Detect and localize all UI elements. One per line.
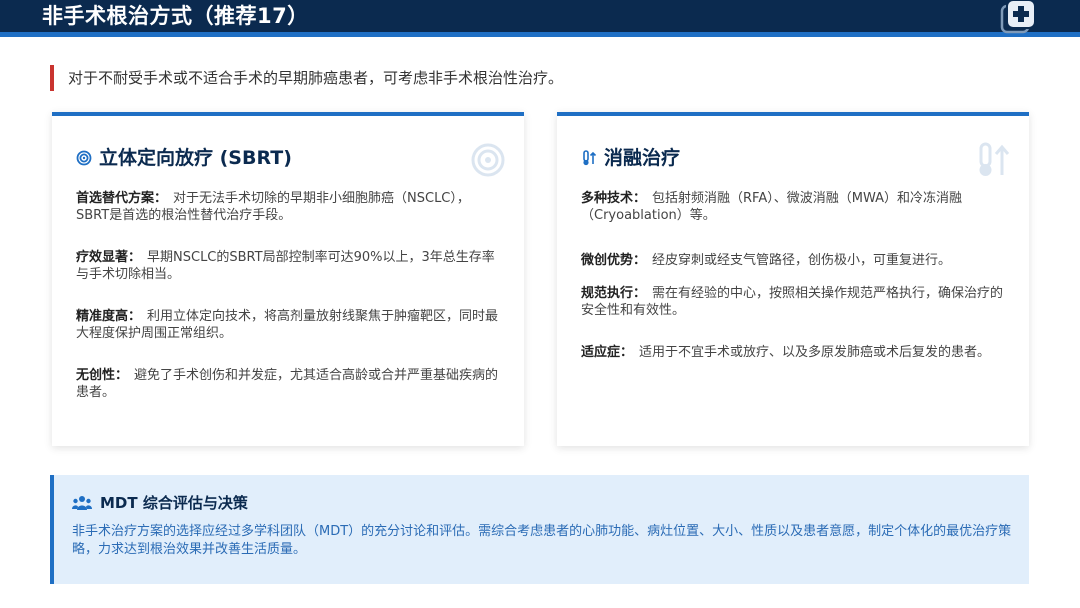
intro-accent-bar xyxy=(50,65,54,91)
ablation-title: 消融治疗 xyxy=(604,147,681,169)
sbrt-item-efficacy: 疗效显著： 早期NSCLC的SBRT局部控制率可达90%以上，3年总生存率与手术切… xyxy=(76,250,495,282)
thermometer-watermark-icon xyxy=(979,142,1010,176)
ablation-item-advantage: 微创优势： 经皮穿刺或经支气管路径，创伤极小，可重复进行。 xyxy=(581,253,952,268)
ablation-heading: 消融治疗 xyxy=(581,146,680,170)
sbrt-item-noninvasive: 无创性： 避免了手术创伤和并发症，尤其适合高龄或合并严重基础疾病的患者。 xyxy=(76,368,499,400)
mdt-description: 非手术治疗方案的选择应经过多学科团队（MDT）的充分讨论和评估。需综合考虑患者的… xyxy=(72,524,1012,557)
sbrt-title: 立体定向放疗 (SBRT) xyxy=(99,147,292,169)
mdt-panel: MDT 综合评估与决策 非手术治疗方案的选择应经过多学科团队（MDT）的充分讨论… xyxy=(50,475,1029,584)
ablation-card: 消融治疗 多种技术： 包括射频消融（RFA）、微波消融（MWA）和冷冻消融（Cry… xyxy=(557,112,1029,446)
sbrt-heading: 立体定向放疗 (SBRT) xyxy=(76,146,292,170)
sbrt-item-preferred: 首选替代方案： 对于无法手术切除的早期非小细胞肺癌（NSCLC），SBRT是首选的… xyxy=(76,191,470,223)
mdt-title: MDT 综合评估与决策 xyxy=(100,494,248,512)
sbrt-card: 立体定向放疗 (SBRT) 首选替代方案： 对于无法手术切除的早期非小细胞肺癌（N… xyxy=(52,112,524,446)
ablation-item-standard: 规范执行： 需在有经验的中心，按照相关操作规范严格执行，确保治疗的安全性和有效性。 xyxy=(581,286,1004,318)
intro-text: 对于不耐受手术或不适合手术的早期肺癌患者，可考虑非手术根治性治疗。 xyxy=(68,69,564,87)
thermometer-icon xyxy=(581,150,597,166)
sbrt-item-precision: 精准度高： 利用立体定向技术，将高剂量放射线聚焦于肿瘤靶区，同时最大程度保护周围正… xyxy=(76,309,499,341)
target-watermark-icon xyxy=(471,143,505,177)
mdt-heading: MDT 综合评估与决策 xyxy=(72,492,248,513)
page-title: 非手术根治方式（推荐17） xyxy=(42,4,309,28)
ablation-item-indication: 适应症： 适用于不宜手术或放疗、以及多原发肺癌或术后复发的患者。 xyxy=(581,345,991,360)
medical-plus-icon xyxy=(1000,0,1036,34)
team-icon xyxy=(72,495,92,511)
ablation-item-techniques: 多种技术： 包括射频消融（RFA）、微波消融（MWA）和冷冻消融（Cryoabla… xyxy=(581,191,962,223)
header-bar: 非手术根治方式（推荐17） xyxy=(0,0,1080,37)
target-icon xyxy=(76,150,92,166)
